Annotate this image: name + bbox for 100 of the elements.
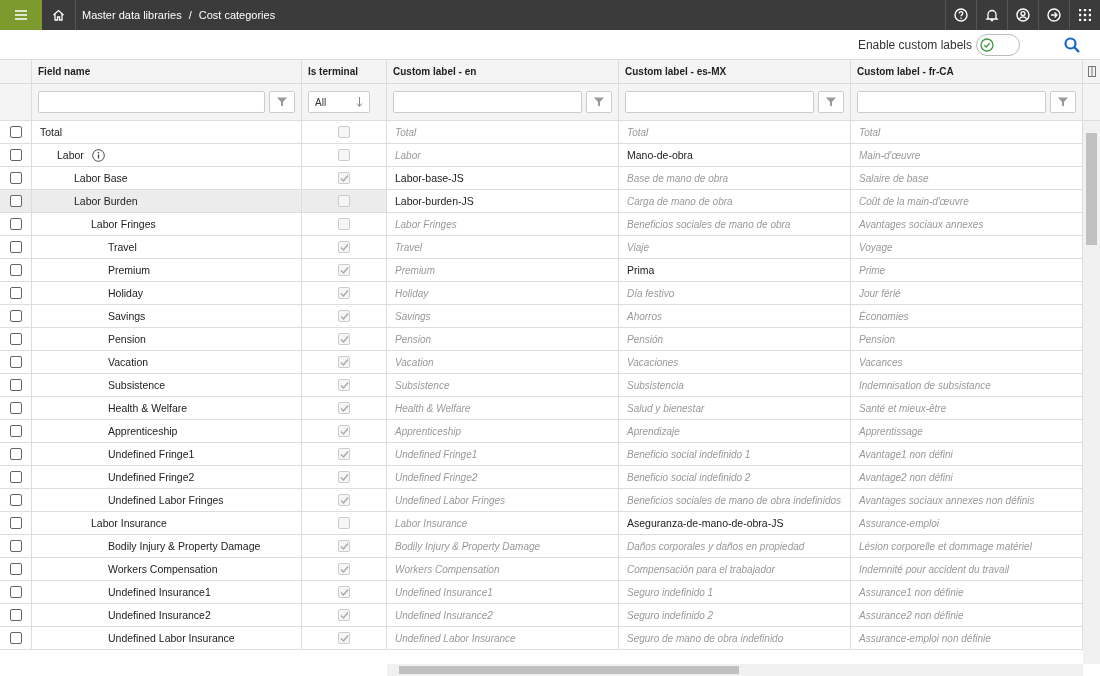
- table-row[interactable]: Bodily Injury & Property Damage Bodily Injury & Property Damage Daños corporales y daños en propiedad Lésion corporelle et dommage matériel: [0, 535, 1083, 558]
- table-row[interactable]: Undefined Fringe2 Undefined Fringe2 Beneficio social indefinido 2 Avantage2 non défini: [0, 466, 1083, 489]
- custom-label-text: Undefined Fringe1: [395, 448, 478, 460]
- column-header[interactable]: Custom label - es-MX: [619, 60, 851, 83]
- custom-label-text: Labor: [395, 149, 421, 161]
- table-row[interactable]: Total Total Total Total: [0, 121, 1083, 144]
- custom-label-text: Labor-base-JS: [395, 172, 464, 184]
- breadcrumb-link[interactable]: Master data libraries: [82, 9, 182, 21]
- custom-label-text: Undefined Insurance1: [395, 586, 493, 598]
- row-checkbox[interactable]: [9, 632, 22, 644]
- field-name: Health & Welfare: [108, 402, 188, 414]
- horizontal-scrollbar[interactable]: [387, 664, 1083, 676]
- row-checkbox[interactable]: [9, 149, 22, 161]
- row-checkbox[interactable]: [9, 494, 22, 506]
- table-row[interactable]: Labor Fringes Labor Fringes Beneficios sociales de mano de obra Avantages sociaux annexes: [0, 213, 1083, 236]
- row-checkbox[interactable]: [9, 264, 22, 276]
- table-row[interactable]: Undefined Insurance2 Undefined Insurance2 Seguro indefinido 2 Assurance2 non définie: [0, 604, 1083, 627]
- table-row[interactable]: Travel Travel Viaje Voyage: [0, 236, 1083, 259]
- filter-button[interactable]: [586, 91, 612, 113]
- row-checkbox[interactable]: [9, 540, 22, 552]
- row-checkbox[interactable]: [9, 379, 22, 391]
- field-name: Undefined Insurance2: [108, 609, 211, 621]
- vertical-scrollbar[interactable]: [1083, 121, 1100, 664]
- table-row[interactable]: Health & Welfare Health & Welfare Salud y bienestar Santé et mieux-être: [0, 397, 1083, 420]
- table-row[interactable]: Undefined Labor Fringes Undefined Labor Fringes Beneficios sociales de mano de obra indefinidos Avantages sociaux annexes non définis: [0, 489, 1083, 512]
- custom-label-text: Mano-de-obra: [627, 149, 693, 161]
- custom-label-text: Carga de mano de obra: [627, 195, 733, 207]
- row-checkbox[interactable]: [9, 287, 22, 299]
- search-button[interactable]: [1064, 36, 1080, 53]
- row-checkbox[interactable]: [9, 609, 22, 621]
- custom-label-text: Workers Compensation: [395, 563, 500, 575]
- field-name: Vacation: [108, 356, 149, 368]
- table-row[interactable]: Undefined Labor Insurance Undefined Labor Insurance Seguro de mano de obra indefinido Assurance-emploi non définie: [0, 627, 1083, 650]
- custom-label-text: Avantage1 non défini: [859, 448, 953, 460]
- filter-field[interactable]: [393, 91, 582, 113]
- filter-button[interactable]: [1050, 91, 1076, 113]
- row-checkbox[interactable]: [9, 586, 22, 598]
- row-checkbox[interactable]: [9, 310, 22, 322]
- row-checkbox[interactable]: [9, 218, 22, 230]
- row-checkbox[interactable]: [9, 126, 22, 138]
- field-name: Labor: [57, 149, 84, 161]
- row-checkbox[interactable]: [9, 448, 22, 460]
- custom-label-text: Savings: [395, 310, 431, 322]
- filter-dropdown[interactable]: All: [308, 91, 370, 113]
- custom-label-text: Assurance-emploi: [859, 517, 940, 529]
- table-row[interactable]: Undefined Fringe1 Undefined Fringe1 Beneficio social indefinido 1 Avantage1 non défini: [0, 443, 1083, 466]
- row-checkbox[interactable]: [9, 356, 22, 368]
- breadcrumb-link[interactable]: Cost categories: [198, 9, 276, 21]
- column-header[interactable]: Custom label - fr-CA: [851, 60, 1083, 83]
- table-row[interactable]: Holiday Holiday Día festivo Jour férié: [0, 282, 1083, 305]
- custom-label-text: Total: [859, 126, 881, 138]
- custom-label-text: Beneficios sociales de mano de obra indefinidos: [627, 494, 842, 506]
- table-row[interactable]: Workers Compensation Workers Compensation Compensación para el trabajador Indemnité pour accident du travail: [0, 558, 1083, 581]
- filter-field[interactable]: [625, 91, 814, 113]
- filter-field[interactable]: [38, 91, 265, 113]
- filter-field[interactable]: [857, 91, 1046, 113]
- row-checkbox[interactable]: [9, 333, 22, 345]
- table-row[interactable]: Vacation Vacation Vacaciones Vacances: [0, 351, 1083, 374]
- custom-label-text: Aprendizaje: [627, 425, 680, 437]
- custom-label-text: Día festivo: [627, 287, 675, 299]
- table-row[interactable]: Subsistence Subsistence Subsistencia Indemnisation de subsistance: [0, 374, 1083, 397]
- custom-label-text: Prime: [859, 264, 886, 276]
- row-checkbox[interactable]: [9, 241, 22, 253]
- custom-label-text: Undefined Insurance2: [395, 609, 493, 621]
- row-checkbox[interactable]: [9, 195, 22, 207]
- row-checkbox[interactable]: [9, 402, 22, 414]
- row-checkbox[interactable]: [9, 517, 22, 529]
- custom-label-text: Santé et mieux-être: [859, 402, 947, 414]
- filter-icon: [594, 97, 604, 107]
- field-name: Undefined Labor Fringes: [108, 494, 224, 506]
- filter-button[interactable]: [269, 91, 295, 113]
- row-checkbox[interactable]: [9, 172, 22, 184]
- custom-label-text: Avantages sociaux annexes non définis: [859, 494, 1035, 506]
- table-row[interactable]: Pension Pension Pensión Pension: [0, 328, 1083, 351]
- custom-label-text: Prima: [627, 264, 655, 276]
- column-header[interactable]: Is terminal: [302, 60, 387, 83]
- table-row[interactable]: Labor Labor Mano-de-obra Main-d'œuvre: [0, 144, 1083, 167]
- custom-label-text: Salud y bienestar: [627, 402, 705, 414]
- filter-icon: [826, 97, 836, 107]
- info-icon[interactable]: [91, 148, 105, 162]
- filter-button[interactable]: [818, 91, 844, 113]
- column-header[interactable]: Field name: [32, 60, 302, 83]
- row-checkbox[interactable]: [9, 563, 22, 575]
- table-row[interactable]: Undefined Insurance1 Undefined Insurance1 Seguro indefinido 1 Assurance1 non définie: [0, 581, 1083, 604]
- custom-label-text: Lésion corporelle et dommage matériel: [859, 540, 1032, 552]
- column-header[interactable]: Custom label - en: [387, 60, 619, 83]
- row-checkbox[interactable]: [9, 471, 22, 483]
- table-row[interactable]: Labor Insurance Labor Insurance Aseguranza-de-mano-de-obra-JS Assurance-emploi: [0, 512, 1083, 535]
- columns-icon[interactable]: [1087, 66, 1096, 77]
- custom-label-text: Viaje: [627, 241, 650, 253]
- custom-label-text: Assurance2 non définie: [859, 609, 964, 621]
- table-row[interactable]: Apprenticeship Apprenticeship Aprendizaje Apprentissage: [0, 420, 1083, 443]
- custom-label-text: Undefined Labor Fringes: [395, 494, 506, 506]
- custom-label-text: Aseguranza-de-mano-de-obra-JS: [627, 517, 784, 529]
- table-row[interactable]: Savings Savings Ahorros Économies: [0, 305, 1083, 328]
- row-checkbox[interactable]: [9, 425, 22, 437]
- custom-label-text: Vacances: [859, 356, 903, 368]
- custom-label-text: Seguro indefinido 2: [627, 609, 714, 621]
- table-row[interactable]: Premium Premium Prima Prime: [0, 259, 1083, 282]
- table-row[interactable]: Labor Burden Labor-burden-JS Carga de mano de obra Coût de la main-d'œuvre: [0, 190, 1083, 213]
